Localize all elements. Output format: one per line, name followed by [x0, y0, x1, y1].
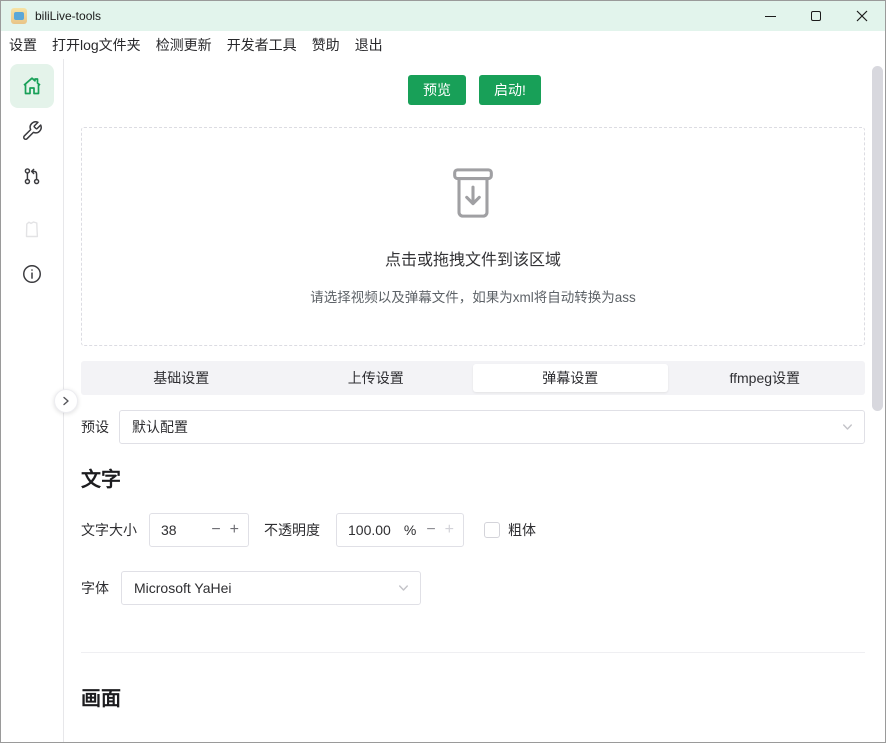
opacity-unit: % [404, 522, 416, 538]
sidebar-expander-button[interactable] [54, 389, 78, 413]
section-divider [81, 652, 865, 653]
info-icon [21, 263, 43, 285]
opacity-increment-button[interactable]: + [445, 522, 454, 538]
titlebar: biliLive-tools [1, 1, 885, 31]
sidebar-item-queue[interactable] [10, 154, 54, 198]
vertical-scrollbar[interactable] [872, 66, 883, 411]
wrench-icon [21, 120, 43, 142]
app-window: biliLive-tools 设置 打开log文件夹 检测更新 开发者工具 赞助… [0, 0, 886, 743]
sidebar-item-home[interactable] [10, 64, 54, 108]
bold-checkbox[interactable] [484, 522, 500, 538]
start-button[interactable]: 启动! [479, 75, 541, 105]
opacity-value: 100.00 [348, 522, 404, 538]
font-row: 字体 Microsoft YaHei [81, 571, 421, 605]
app-icon [11, 8, 27, 24]
preset-row: 预设 默认配置 [81, 410, 865, 444]
opacity-decrement-button[interactable]: − [426, 522, 435, 538]
maximize-icon [811, 11, 821, 21]
chevron-down-icon [841, 421, 854, 434]
preset-label: 预设 [81, 417, 109, 437]
font-size-increment-button[interactable]: + [230, 522, 239, 538]
sidebar-item-cut[interactable] [10, 207, 54, 251]
home-icon [20, 74, 44, 98]
preview-button[interactable]: 预览 [408, 75, 466, 105]
menubar: 设置 打开log文件夹 检测更新 开发者工具 赞助 退出 [1, 31, 885, 59]
close-button[interactable] [839, 1, 885, 31]
tab-basic-settings[interactable]: 基础设置 [84, 364, 279, 392]
text-controls-row: 文字大小 38 − + 不透明度 100.00 % − + [81, 513, 536, 547]
actions-row: 预览 启动! [64, 75, 885, 105]
window-title: biliLive-tools [35, 9, 101, 23]
font-size-decrement-button[interactable]: − [211, 522, 220, 538]
menu-exit[interactable]: 退出 [355, 35, 383, 55]
close-icon [856, 10, 868, 22]
screen-section-heading: 画面 [81, 682, 121, 711]
dropzone-hint: 请选择视频以及弹幕文件，如果为xml将自动转换为ass [310, 286, 636, 306]
opacity-label: 不透明度 [264, 520, 320, 540]
chevron-down-icon [397, 582, 410, 595]
bold-label: 粗体 [508, 520, 536, 540]
sidebar-item-tools[interactable] [10, 109, 54, 153]
tab-danmaku-settings[interactable]: 弹幕设置 [473, 364, 668, 392]
file-dropzone[interactable]: 点击或拖拽文件到该区域 请选择视频以及弹幕文件，如果为xml将自动转换为ass [81, 127, 865, 346]
preset-value: 默认配置 [132, 417, 188, 437]
font-family-select[interactable]: Microsoft YaHei [121, 571, 421, 605]
menu-settings[interactable]: 设置 [9, 35, 37, 55]
menu-sponsor[interactable]: 赞助 [312, 35, 340, 55]
font-size-value: 38 [161, 522, 211, 538]
maximize-button[interactable] [793, 1, 839, 31]
minimize-icon [765, 16, 776, 17]
app-body: 预览 启动! 点击或拖拽文件到该区域 请选择视频以及弹幕文件，如果为xml将自动… [1, 59, 885, 742]
minimize-button[interactable] [747, 1, 793, 31]
cut-icon [20, 217, 44, 241]
dropzone-title: 点击或拖拽文件到该区域 [385, 246, 561, 270]
main-content: 预览 启动! 点击或拖拽文件到该区域 请选择视频以及弹幕文件，如果为xml将自动… [64, 59, 885, 742]
font-family-label: 字体 [81, 578, 109, 598]
menu-open-log-folder[interactable]: 打开log文件夹 [52, 35, 141, 55]
menu-devtools[interactable]: 开发者工具 [227, 35, 297, 55]
font-size-label: 文字大小 [81, 520, 137, 540]
menu-check-update[interactable]: 检测更新 [156, 35, 212, 55]
font-size-input[interactable]: 38 − + [149, 513, 249, 547]
settings-tabs: 基础设置 上传设置 弹幕设置 ffmpeg设置 [81, 361, 865, 395]
tab-upload-settings[interactable]: 上传设置 [279, 364, 474, 392]
opacity-input[interactable]: 100.00 % − + [336, 513, 464, 547]
window-controls [747, 1, 885, 31]
tab-ffmpeg-settings[interactable]: ffmpeg设置 [668, 364, 863, 392]
text-section-heading: 文字 [81, 463, 121, 492]
queue-icon [21, 165, 43, 187]
archive-download-icon [442, 166, 504, 220]
sidebar-item-about[interactable] [10, 252, 54, 296]
preset-select[interactable]: 默认配置 [119, 410, 865, 444]
chevron-right-icon [61, 396, 71, 406]
font-family-value: Microsoft YaHei [134, 580, 232, 596]
